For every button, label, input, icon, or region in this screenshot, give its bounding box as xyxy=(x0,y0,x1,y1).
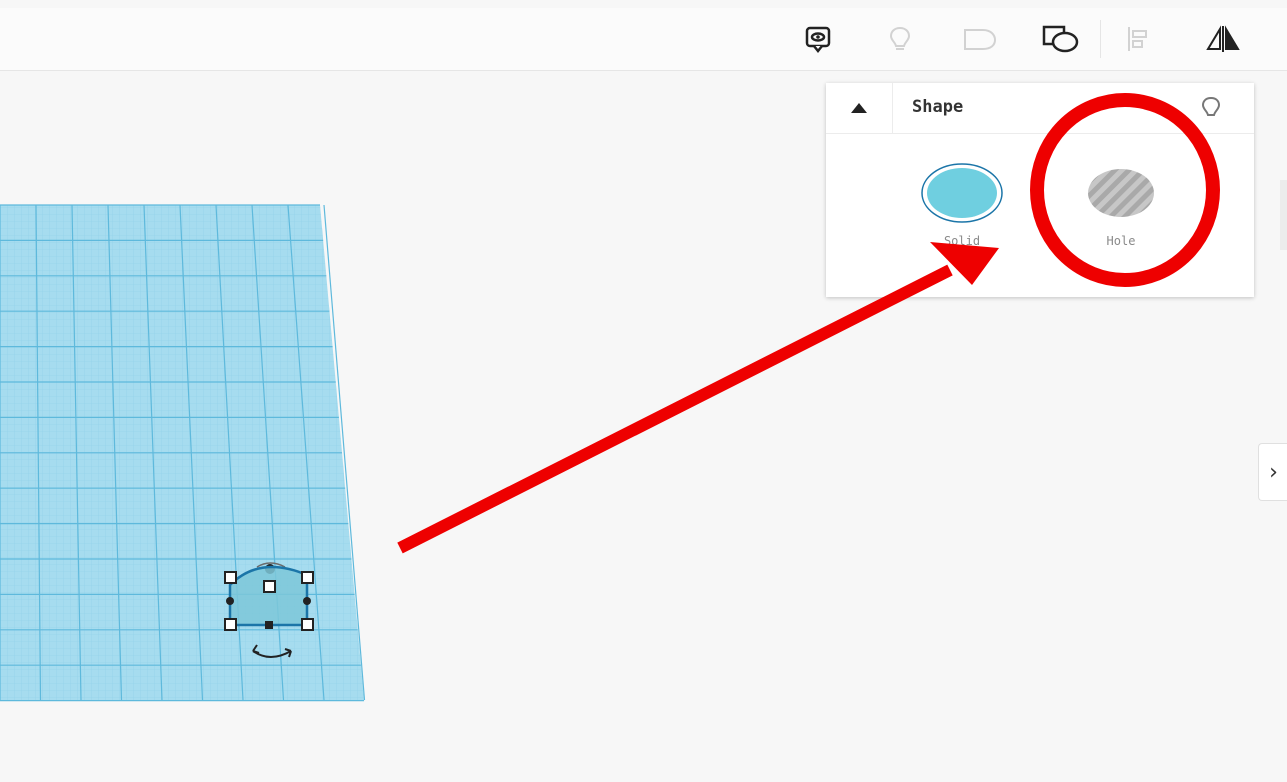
solid-swatch-icon xyxy=(921,163,1003,223)
solid-label: Solid xyxy=(943,234,981,248)
selected-shape[interactable] xyxy=(215,545,325,670)
align-button[interactable] xyxy=(1110,8,1166,70)
mirror-button[interactable] xyxy=(1195,8,1251,70)
visibility-button[interactable] xyxy=(1196,93,1226,123)
light-bulb-button[interactable] xyxy=(872,8,928,70)
note-button[interactable] xyxy=(790,8,846,70)
mirror-icon xyxy=(1206,25,1240,52)
lock-button[interactable] xyxy=(1140,93,1170,123)
hole-swatch-icon xyxy=(1088,169,1154,217)
panel-scrollbar[interactable] xyxy=(1280,180,1287,250)
triangle-up-icon xyxy=(851,103,867,113)
shape-panel-header: Shape xyxy=(826,83,1254,134)
height-handle[interactable] xyxy=(265,621,273,629)
chevron-right-icon: › xyxy=(1269,459,1278,485)
lock-icon xyxy=(1149,99,1161,107)
toolbar xyxy=(0,8,1287,71)
expand-side-panel-button[interactable]: › xyxy=(1258,443,1287,501)
light-bulb-icon xyxy=(1201,96,1221,116)
align-icon xyxy=(1128,27,1147,51)
group-icon xyxy=(964,29,997,50)
collapse-button[interactable] xyxy=(826,83,893,133)
ungroup-button[interactable] xyxy=(1033,8,1089,70)
light-bulb-icon xyxy=(889,26,911,50)
group-button[interactable] xyxy=(952,8,1008,70)
hole-option[interactable]: Hole xyxy=(1076,161,1166,261)
ungroup-icon xyxy=(1042,25,1079,53)
note-icon xyxy=(805,26,831,54)
arrow-shaft xyxy=(397,264,953,554)
panel-title: Shape xyxy=(912,97,964,117)
resize-handle[interactable] xyxy=(224,618,237,631)
hole-label: Hole xyxy=(1106,234,1136,248)
solid-option[interactable]: Solid xyxy=(917,161,1007,261)
toolbar-divider xyxy=(1100,20,1101,58)
resize-handle[interactable] xyxy=(263,580,276,593)
shape-panel: Shape Solid Hole xyxy=(826,83,1254,297)
resize-handle[interactable] xyxy=(301,618,314,631)
resize-handle[interactable] xyxy=(301,571,314,584)
resize-handle[interactable] xyxy=(224,571,237,584)
